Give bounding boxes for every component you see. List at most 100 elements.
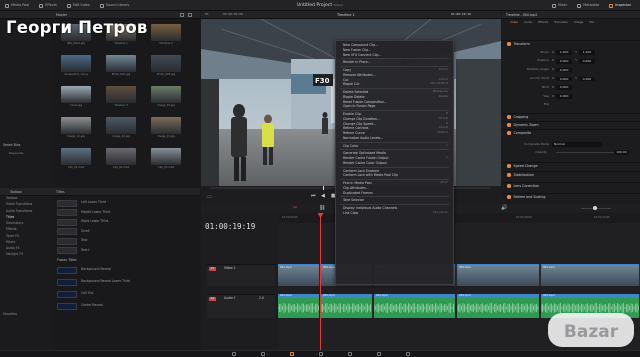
- param-y-value[interactable]: 0.000: [578, 59, 595, 64]
- razor-icon[interactable]: ✂: [293, 205, 297, 211]
- menu-item[interactable]: Render in Place...: [336, 60, 453, 65]
- skip-back-icon[interactable]: ⏮: [311, 193, 316, 199]
- section-cropping[interactable]: Cropping: [502, 113, 640, 120]
- enabled-dot-icon[interactable]: [507, 195, 511, 199]
- enabled-dot-icon[interactable]: [507, 184, 511, 188]
- section-transform[interactable]: Transform: [502, 40, 640, 47]
- title-effect-item[interactable]: Scroll: [57, 228, 197, 236]
- param-x-value[interactable]: 1.200: [556, 50, 573, 55]
- composite-mode-select[interactable]: Normal: [552, 142, 602, 147]
- param-x-value[interactable]: 0.000: [556, 85, 573, 90]
- title-effect-item[interactable]: Text: [57, 237, 197, 245]
- keywords-bin[interactable]: Keywords: [9, 151, 23, 156]
- page-color-icon[interactable]: [348, 352, 352, 356]
- grid-view-icon[interactable]: [188, 13, 192, 17]
- menu-item[interactable]: Conform Lock with Media Pool Clip: [336, 173, 453, 178]
- tab-audio[interactable]: Audio: [524, 21, 532, 25]
- enabled-dot-icon[interactable]: [507, 173, 511, 177]
- video-clip[interactable]: 004.mp4: [278, 264, 319, 286]
- param-x-value[interactable]: 0.000: [556, 59, 573, 64]
- viewer-timeline-name[interactable]: Timeline 1: [337, 13, 355, 17]
- video-clip[interactable]: 004.mp4: [541, 264, 639, 286]
- snap-icon[interactable]: ⛓: [319, 205, 325, 211]
- effects-tree-item[interactable]: Favorites: [0, 312, 17, 318]
- tab-image[interactable]: Image: [574, 21, 583, 25]
- section-stabilization[interactable]: Stabilization: [502, 171, 640, 178]
- section-retime-scaling[interactable]: Retime and Scaling: [502, 193, 640, 200]
- menu-item[interactable]: Clip Color >: [336, 143, 453, 149]
- media-thumbnail[interactable]: Image_11.jpg: [61, 117, 91, 140]
- page-fairlight-icon[interactable]: [377, 352, 381, 356]
- menu-item[interactable]: Ripple Cut Ctrl+Shift+X: [336, 82, 453, 87]
- viewer-options-icon[interactable]: ▭: [207, 194, 212, 200]
- media-thumbnail[interactable]: Timeline 3: [106, 86, 136, 109]
- metadata-button[interactable]: Metadata: [572, 0, 604, 11]
- media-thumbnail[interactable]: Cover.jpg: [61, 86, 91, 109]
- enabled-dot-icon[interactable]: [507, 115, 511, 119]
- fusion-title-item[interactable]: Background Reveal Lower Third: [57, 278, 197, 286]
- media-thumbnail[interactable]: Clip_01.mp4: [61, 148, 91, 171]
- playhead[interactable]: [320, 213, 321, 350]
- media-thumbnail[interactable]: Photo_002.jpg: [151, 55, 181, 78]
- media-thumbnail[interactable]: Timeline 2: [151, 24, 181, 47]
- menu-item[interactable]: Take Selector: [336, 198, 453, 203]
- section-lens-correction[interactable]: Lens Correction: [502, 182, 640, 189]
- tab-video[interactable]: Video: [510, 21, 518, 25]
- track-label-v1[interactable]: V1: [209, 267, 216, 271]
- section-speed-change[interactable]: Speed Change: [502, 162, 640, 169]
- timeline-ruler[interactable]: 01:00:00:0001:00:16:0001:00:32:0001:00:4…: [278, 213, 640, 223]
- section-composite[interactable]: Composite: [502, 129, 640, 136]
- track-label-a1[interactable]: A1: [209, 297, 216, 301]
- effects-tree-item[interactable]: Fairlight FX: [0, 252, 52, 258]
- list-view-icon[interactable]: [180, 13, 184, 17]
- media-thumbnail[interactable]: Image_10.jpg: [151, 86, 181, 109]
- enabled-dot-icon[interactable]: [507, 42, 511, 46]
- video-clip[interactable]: 004.mp4: [457, 264, 539, 286]
- page-media-icon[interactable]: [232, 352, 236, 356]
- zoom-fit[interactable]: Fit: [205, 13, 209, 17]
- menu-item[interactable]: Link Clips Ctrl+Alt+L: [336, 210, 453, 216]
- enabled-dot-icon[interactable]: [507, 123, 511, 127]
- audio-clip[interactable]: 004.mp4: [320, 294, 372, 318]
- inspector-button[interactable]: Inspector: [604, 0, 636, 11]
- param-x-value[interactable]: 0.000: [556, 76, 573, 82]
- opacity-value[interactable]: 100.00: [613, 150, 629, 155]
- menu-item[interactable]: Normalize Audio Levels...: [336, 136, 453, 141]
- title-effect-item[interactable]: Right Lower Third: [57, 218, 197, 226]
- param-x-value[interactable]: 0.000: [556, 67, 573, 73]
- play-reverse-icon[interactable]: ◀: [321, 193, 325, 199]
- title-effect-item[interactable]: Middle Lower Third: [57, 209, 197, 217]
- menu-item[interactable]: Duplicated Frames: [336, 191, 453, 196]
- tab-transition[interactable]: Transition: [554, 21, 568, 25]
- enabled-dot-icon[interactable]: [507, 131, 511, 135]
- page-edit-icon[interactable]: [290, 352, 294, 356]
- viewer-scrubber-handle[interactable]: [323, 186, 324, 190]
- param-y-value[interactable]: 1.200: [578, 50, 595, 55]
- media-thumbnail[interactable]: Image_12.jpg: [106, 117, 136, 140]
- opacity-slider[interactable]: [556, 152, 614, 153]
- title-effect-item[interactable]: Text+: [57, 247, 197, 255]
- page-fusion-icon[interactable]: [319, 352, 323, 356]
- media-thumbnail[interactable]: Screenshot_1.png: [61, 55, 91, 78]
- param-y-value[interactable]: 0.000: [578, 76, 595, 82]
- menu-item[interactable]: Open in Fusion Page: [336, 104, 453, 109]
- zoom-slider-handle[interactable]: [593, 206, 597, 210]
- media-thumbnail[interactable]: Photo_001.jpg: [106, 55, 136, 78]
- fusion-title-item[interactable]: Center Reveal: [57, 302, 197, 310]
- media-thumbnail[interactable]: Clip_03.mp4: [151, 148, 181, 171]
- page-cut-icon[interactable]: [261, 352, 265, 356]
- menu-item[interactable]: New VFX Connect Clip...: [336, 53, 453, 58]
- page-deliver-icon[interactable]: [406, 352, 410, 356]
- media-thumbnail[interactable]: Image_13.jpg: [151, 117, 181, 140]
- tab-file[interactable]: File: [589, 21, 594, 25]
- title-effect-item[interactable]: Left Lower Third: [57, 199, 197, 207]
- audio-clip[interactable]: 004.mp4: [373, 294, 455, 318]
- audio-clip[interactable]: 004.mp4: [456, 294, 539, 318]
- audio-clip[interactable]: 004.mp4: [277, 294, 319, 318]
- section-dynamic-zoom[interactable]: Dynamic Zoom: [502, 121, 640, 128]
- tab-effects[interactable]: Effects: [538, 21, 548, 25]
- menu-item[interactable]: Render Cache Color Output: [336, 161, 453, 166]
- volume-icon[interactable]: 🔊: [501, 205, 507, 211]
- media-thumbnail[interactable]: Clip_02.mp4: [106, 148, 136, 171]
- fusion-title-item[interactable]: Call Out: [57, 290, 197, 298]
